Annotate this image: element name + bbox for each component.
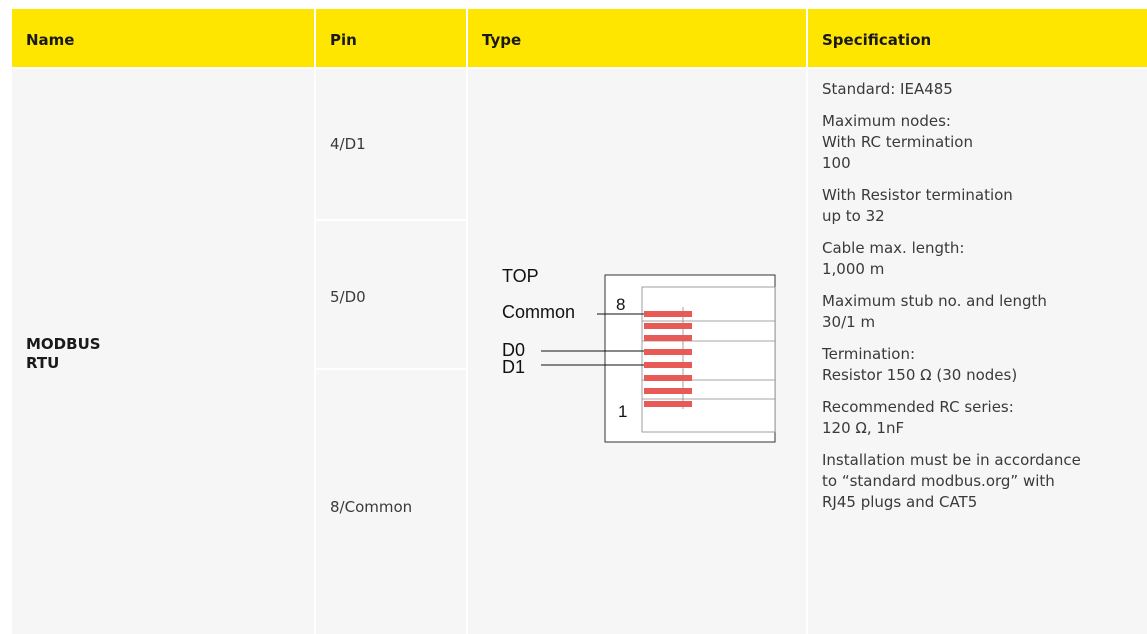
pin-contact	[644, 323, 692, 329]
spec-line: Standard: IEA485	[822, 80, 953, 98]
spec-item: Standard: IEA485	[822, 79, 1147, 100]
pin-contact	[644, 375, 692, 381]
spec-line: 120 Ω, 1nF	[822, 419, 905, 437]
header-type-cell: Type	[468, 9, 806, 67]
spec-line: RJ45 plugs and CAT5	[822, 493, 978, 511]
pin-label-d0: 5/D0	[330, 288, 366, 306]
pin-cell-common: 8/Common	[316, 370, 466, 634]
header-name: Name	[26, 31, 75, 49]
spec-line: 30/1 m	[822, 313, 876, 331]
spec-item: With Resistor termination up to 32	[822, 185, 1147, 227]
header-type: Type	[482, 31, 522, 49]
spec-item: Installation must be in accordance to “st…	[822, 450, 1147, 513]
pin-contact	[644, 349, 692, 355]
spec-line: Termination:	[822, 345, 916, 363]
spec-line: Recommended RC series:	[822, 398, 1014, 416]
diagram-common-label: Common	[502, 302, 575, 322]
spec-item: Cable max. length: 1,000 m	[822, 238, 1147, 280]
header-specification-cell: Specification	[808, 9, 1147, 67]
header-pin-cell: Pin	[316, 9, 466, 67]
spec-item: Maximum stub no. and length 30/1 m	[822, 291, 1147, 333]
pin-contact	[644, 311, 692, 317]
specification-cell: Standard: IEA485 Maximum nodes: With RC te…	[808, 69, 1147, 634]
spec-item: Recommended RC series: 120 Ω, 1nF	[822, 397, 1147, 439]
pin-contact	[644, 335, 692, 341]
spec-line: Installation must be in accordance	[822, 451, 1081, 469]
spec-line: up to 32	[822, 207, 885, 225]
spec-line: Cable max. length:	[822, 239, 965, 257]
connector-slot	[641, 286, 776, 433]
spec-item: Maximum nodes: With RC termination 100	[822, 111, 1147, 174]
pin-contact	[644, 388, 692, 394]
pin-contact	[644, 362, 692, 368]
spec-line: Maximum stub no. and length	[822, 292, 1047, 310]
pin-contact	[644, 401, 692, 407]
protocol-name: MODBUS RTU	[26, 335, 101, 373]
name-cell: MODBUS RTU	[12, 69, 314, 634]
header-pin: Pin	[330, 31, 357, 49]
rj45-connector-diagram: TOP Common D0 D1 8 1	[502, 266, 776, 443]
type-cell: TOP Common D0 D1 8 1	[468, 69, 806, 634]
pin-label-d1: 4/D1	[330, 135, 366, 153]
spec-line: Resistor 150 Ω (30 nodes)	[822, 366, 1018, 384]
header-specification: Specification	[822, 31, 932, 49]
spec-line: With Resistor termination	[822, 186, 1013, 204]
spec-line: Maximum nodes:	[822, 112, 951, 130]
spec-item: Termination: Resistor 150 Ω (30 nodes)	[822, 344, 1147, 386]
modbus-spec-table: Name Pin Type Specification MODBUS RTU 4…	[0, 0, 1147, 634]
pin-1-label: 1	[618, 402, 627, 421]
diagram-d1-label: D1	[502, 357, 525, 377]
protocol-name-line1: MODBUS	[26, 335, 101, 353]
pin-cell-d0: 5/D0	[316, 221, 466, 368]
spec-line: With RC termination	[822, 133, 973, 151]
specification-list: Standard: IEA485 Maximum nodes: With RC te…	[822, 79, 1147, 524]
spec-line: 100	[822, 154, 851, 172]
pin-8-label: 8	[616, 295, 625, 314]
spec-line: 1,000 m	[822, 260, 885, 278]
pin-cell-d1: 4/D1	[316, 69, 466, 219]
pin-label-common: 8/Common	[330, 498, 413, 516]
protocol-name-line2: RTU	[26, 354, 60, 372]
diagram-top-label: TOP	[502, 266, 539, 286]
spec-line: to “standard modbus.org” with	[822, 472, 1055, 490]
header-name-cell: Name	[12, 9, 314, 67]
